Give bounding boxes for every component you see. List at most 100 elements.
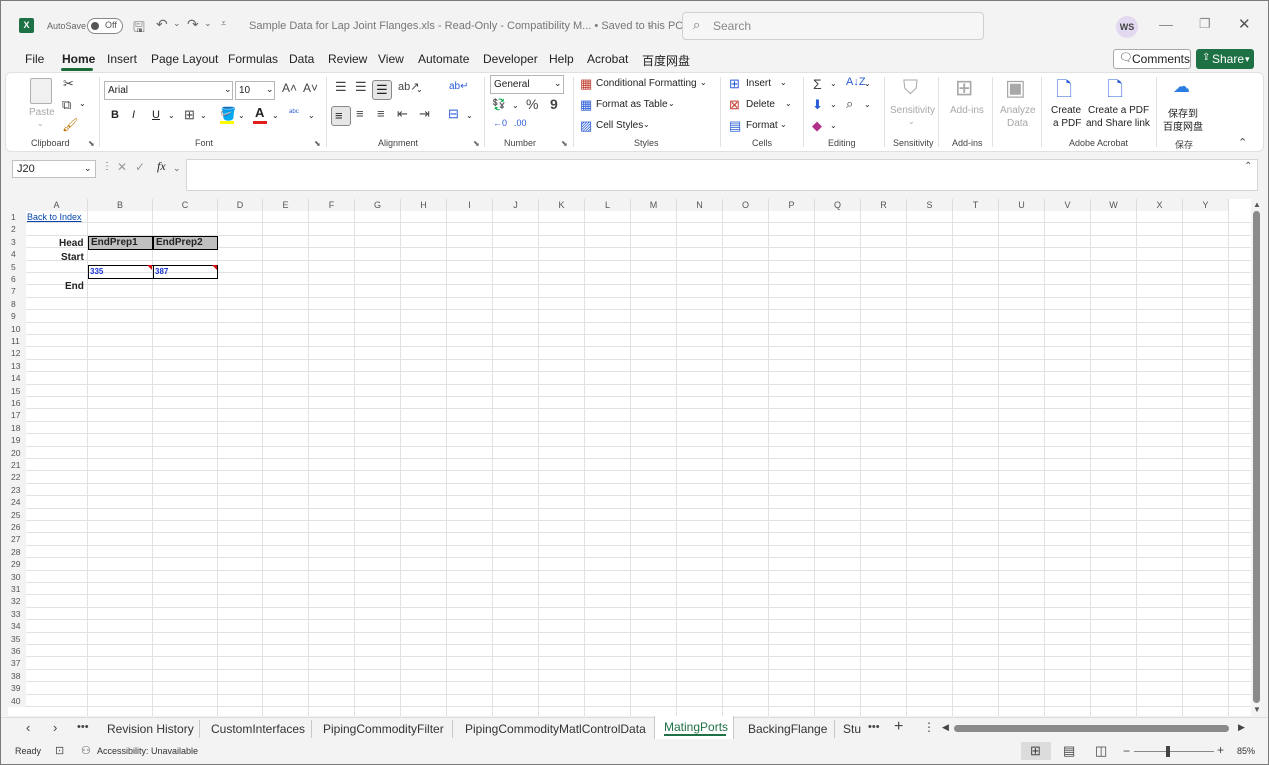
align-left-button[interactable]: ≡ (331, 106, 351, 126)
row-header-20[interactable]: 20 (8, 446, 26, 459)
format-as-table-icon[interactable]: ▦ (580, 97, 592, 113)
row-header-4[interactable]: 4 (8, 248, 26, 261)
collapse-ribbon-icon[interactable]: ⌃ (1238, 136, 1247, 149)
cell-a4-start[interactable]: Start (61, 251, 84, 264)
phonetic-dropdown-icon[interactable]: ⌄ (308, 111, 315, 120)
column-header-n[interactable]: N (677, 199, 723, 211)
column-header-q[interactable]: Q (815, 199, 861, 211)
share-pdf-icon[interactable]: 🗋 (1107, 75, 1123, 109)
clipboard-launcher-icon[interactable]: ⬊ (88, 139, 95, 148)
name-box-dropdown-icon[interactable]: ⌄ (84, 163, 92, 174)
merge-dropdown-icon[interactable]: ⌄ (466, 111, 473, 120)
menu-automate[interactable]: Automate (418, 52, 469, 66)
clear-dropdown-icon[interactable]: ⌄ (830, 121, 837, 130)
column-header-y[interactable]: Y (1183, 199, 1229, 211)
row-header-32[interactable]: 32 (8, 595, 26, 608)
row-header-35[interactable]: 35 (8, 632, 26, 645)
row-header-1[interactable]: 1 (8, 211, 26, 224)
column-header-v[interactable]: V (1045, 199, 1091, 211)
font-name-dropdown-icon[interactable]: ⌄ (224, 84, 232, 95)
customize-toolbar-icon[interactable]: ⩡ (221, 18, 226, 29)
column-header-j[interactable]: J (493, 199, 539, 211)
align-center-icon[interactable]: ≡ (356, 106, 364, 121)
analyze-data-icon[interactable]: ▣ (1005, 75, 1026, 101)
merge-center-icon[interactable]: ⊟ (448, 106, 459, 122)
row-header-29[interactable]: 29 (8, 558, 26, 571)
accounting-dropdown-icon[interactable]: ⌄ (512, 101, 519, 110)
format-cells-icon[interactable]: ▤ (729, 118, 741, 134)
format-dropdown-icon[interactable]: ⌄ (780, 120, 787, 129)
close-icon[interactable]: ✕ (1238, 15, 1251, 33)
row-header-22[interactable]: 22 (8, 471, 26, 484)
row-header-24[interactable]: 24 (8, 496, 26, 509)
baidu-cloud-icon[interactable]: ☁ (1173, 77, 1190, 97)
sheet-tab-piping-commodity-matl[interactable]: PipingCommodityMatlControlData (465, 722, 646, 736)
wrap-text-icon[interactable]: ab↵ (449, 81, 469, 92)
italic-button[interactable]: I (132, 109, 135, 121)
comma-style-icon[interactable]: 9 (550, 96, 558, 112)
minimize-icon[interactable]: — (1159, 16, 1173, 32)
row-header-11[interactable]: 11 (8, 335, 26, 348)
font-size-dropdown-icon[interactable]: ⌄ (266, 84, 274, 95)
menu-review[interactable]: Review (328, 52, 367, 66)
row-header-26[interactable]: 26 (8, 521, 26, 534)
column-header-e[interactable]: E (263, 199, 309, 211)
cancel-entry-icon[interactable]: ✕ (117, 160, 127, 174)
align-right-icon[interactable]: ≡ (377, 106, 385, 121)
underline-button[interactable]: U (152, 109, 160, 121)
column-header-r[interactable]: R (861, 199, 907, 211)
sheet-tab-revision-history[interactable]: Revision History (107, 722, 194, 736)
row-header-21[interactable]: 21 (8, 459, 26, 472)
more-sheets-left-icon[interactable]: ••• (77, 721, 89, 733)
menu-help[interactable]: Help (549, 52, 574, 66)
cell-styles-dropdown-icon[interactable]: ⌄ (643, 120, 650, 129)
restore-icon[interactable]: ❐ (1199, 16, 1211, 32)
column-header-p[interactable]: P (769, 199, 815, 211)
sensitivity-button[interactable]: Sensitivity (890, 105, 935, 116)
row-header-13[interactable]: 13 (8, 359, 26, 373)
column-header-k[interactable]: K (539, 199, 585, 211)
menu-baidu[interactable]: 百度网盘 (642, 52, 690, 69)
prev-sheet-icon[interactable]: ‹ (26, 720, 30, 735)
scroll-down-icon[interactable]: ▼ (1253, 705, 1261, 714)
cut-icon[interactable]: ✂ (63, 76, 74, 92)
row-header-39[interactable]: 39 (8, 682, 26, 695)
menu-file[interactable]: File (25, 52, 44, 66)
add-ins-button[interactable]: Add-ins (950, 105, 984, 116)
insert-cells-button[interactable]: Insert (746, 78, 771, 89)
row-header-38[interactable]: 38 (8, 669, 26, 683)
column-header-g[interactable]: G (355, 199, 401, 211)
delete-cells-button[interactable]: Delete (746, 99, 775, 110)
sheet-options-icon[interactable]: ⋮ (923, 720, 935, 734)
menu-formulas[interactable]: Formulas (228, 52, 278, 66)
macro-record-icon[interactable]: ⊡ (55, 744, 64, 757)
row-header-34[interactable]: 34 (8, 620, 26, 633)
accessibility-status[interactable]: Accessibility: Unavailable (97, 746, 198, 756)
zoom-slider-track[interactable] (1134, 751, 1214, 752)
fill-icon[interactable]: ⬇ (812, 97, 823, 113)
column-header-h[interactable]: H (401, 199, 447, 211)
column-header-o[interactable]: O (723, 199, 769, 211)
menu-view[interactable]: View (378, 52, 404, 66)
insert-dropdown-icon[interactable]: ⌄ (780, 78, 787, 87)
analyze-data-label1[interactable]: Analyze (1000, 105, 1036, 116)
column-header-s[interactable]: S (907, 199, 953, 211)
column-header-u[interactable]: U (999, 199, 1045, 211)
fill-color-dropdown-icon[interactable]: ⌄ (238, 111, 245, 120)
format-cells-button[interactable]: Format (746, 120, 778, 131)
sort-dropdown-icon[interactable]: ⌄ (864, 79, 871, 88)
row-header-36[interactable]: 36 (8, 645, 26, 658)
insert-function-button[interactable]: fx (157, 159, 166, 174)
next-sheet-icon[interactable]: › (53, 720, 57, 735)
sheet-tab-stu[interactable]: Stu (843, 722, 863, 736)
row-header-16[interactable]: 16 (8, 397, 26, 410)
more-sheets-right-icon[interactable]: ••• (868, 721, 880, 733)
align-top-icon[interactable]: ☰ (335, 79, 347, 95)
paste-icon[interactable] (30, 78, 52, 104)
bold-button[interactable]: B (111, 109, 119, 121)
column-header-a[interactable]: A (26, 199, 88, 211)
font-name-combo[interactable]: Arial (104, 81, 233, 100)
hscroll-left-icon[interactable]: ◀ (942, 722, 949, 733)
number-launcher-icon[interactable]: ⬊ (561, 139, 568, 148)
cell-a6-end[interactable]: End (65, 280, 84, 293)
